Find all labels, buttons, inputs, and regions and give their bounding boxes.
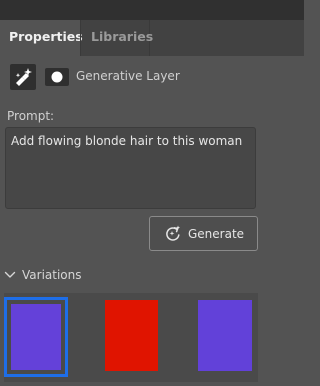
generative-layer-icon[interactable]: [10, 64, 36, 90]
tab-libraries[interactable]: Libraries: [80, 20, 153, 56]
variation-thumbnail-3[interactable]: [198, 300, 252, 371]
prompt-input[interactable]: Add flowing blonde hair to this woman: [5, 127, 256, 209]
generate-button-label: Generate: [188, 227, 245, 241]
layer-row: Generative Layer: [10, 64, 300, 90]
panel-tab-bar: Properties Libraries: [0, 20, 304, 56]
variation-thumbnail-1[interactable]: [4, 297, 68, 377]
variation-swatch-1: [11, 304, 61, 370]
top-bar: [0, 0, 304, 20]
layer-label: Generative Layer: [76, 69, 180, 83]
variations-header[interactable]: Variations: [4, 266, 124, 286]
prompt-label: Prompt:: [7, 109, 55, 123]
variation-thumbnail-2[interactable]: [105, 300, 158, 371]
sparkle-refresh-icon: [166, 225, 180, 241]
layer-mask-icon[interactable]: [44, 67, 70, 87]
generate-button[interactable]: Generate: [149, 216, 258, 251]
chevron-down-icon: [4, 271, 16, 278]
variations-panel: [4, 293, 258, 382]
variations-label: Variations: [22, 268, 82, 282]
tab-properties[interactable]: Properties: [0, 20, 83, 56]
